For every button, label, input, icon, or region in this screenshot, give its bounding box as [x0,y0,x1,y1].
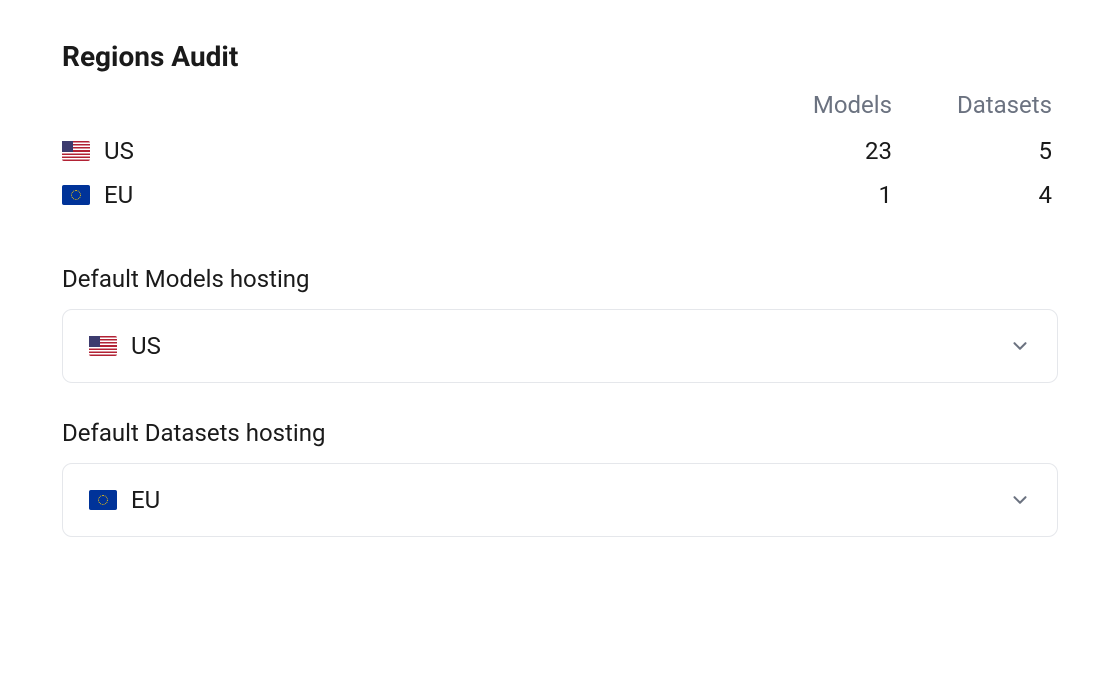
region-cell-us: US [62,137,738,165]
table-header-row: Models Datasets [62,91,1058,119]
datasets-count: 5 [898,137,1058,165]
table-row: EU 1 4 [62,173,1058,217]
eu-flag-icon [62,185,90,205]
chevron-down-icon [1009,489,1031,511]
column-header-models: Models [738,91,898,119]
select-value: US [89,332,161,360]
selected-region-name: EU [131,486,160,514]
region-cell-eu: EU [62,181,738,209]
us-flag-icon [62,141,90,161]
models-count: 1 [738,181,898,209]
models-hosting-select[interactable]: US [62,309,1058,383]
us-flag-icon [89,336,117,356]
region-name: US [104,137,134,165]
hosting-label: Default Datasets hosting [62,419,1058,447]
hosting-label: Default Models hosting [62,265,1058,293]
datasets-hosting-select[interactable]: EU [62,463,1058,537]
default-models-hosting-group: Default Models hosting US [62,265,1058,383]
select-value: EU [89,486,160,514]
chevron-down-icon [1009,335,1031,357]
datasets-count: 4 [898,181,1058,209]
table-row: US 23 5 [62,129,1058,173]
column-header-datasets: Datasets [898,91,1058,119]
selected-region-name: US [131,332,161,360]
default-datasets-hosting-group: Default Datasets hosting EU [62,419,1058,537]
regions-audit-table: Models Datasets US 23 5 EU 1 4 [62,91,1058,217]
region-name: EU [104,181,133,209]
section-title: Regions Audit [62,40,1058,73]
models-count: 23 [738,137,898,165]
eu-flag-icon [89,490,117,510]
